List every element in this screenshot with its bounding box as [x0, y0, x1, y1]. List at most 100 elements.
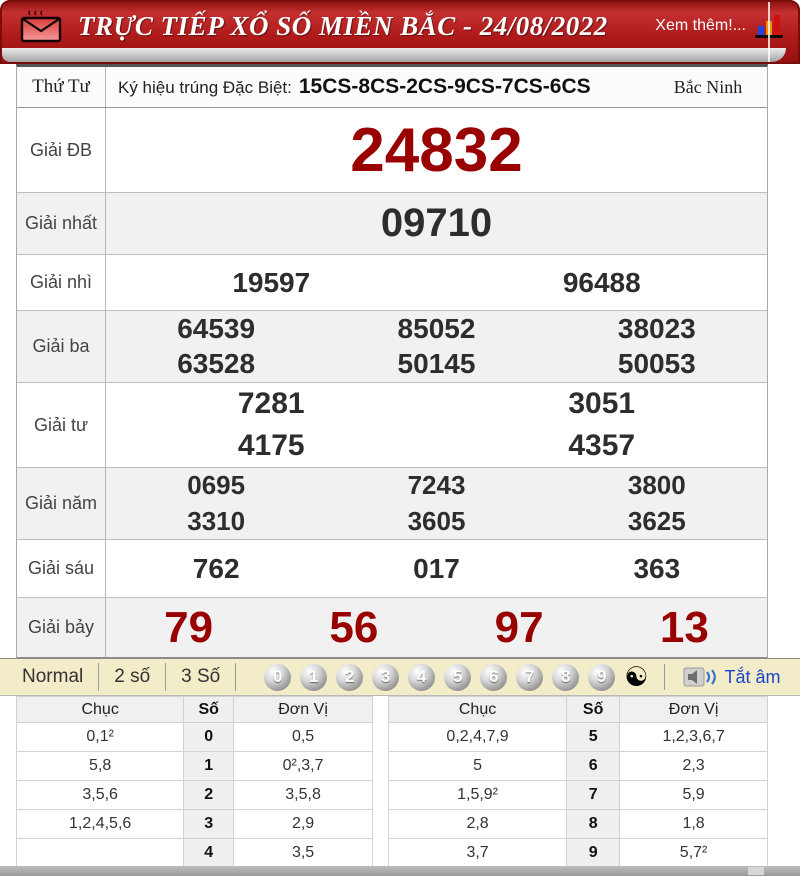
prize-number: 97 [494, 602, 544, 652]
digit-button-5[interactable]: 5 [444, 663, 472, 691]
donvi-cell: 0,5 [233, 722, 373, 752]
digit-cell: 6 [566, 751, 621, 781]
digit-button-2[interactable]: 2 [336, 663, 364, 691]
stats-row: 4 3,5 [15, 838, 373, 868]
page-title: TRỰC TIẾP XỔ SỐ MIỀN BẮC - 24/08/2022 [78, 10, 608, 41]
special-symbol-label: Ký hiệu trúng Đặc Biệt: [118, 78, 292, 97]
prize-row-seventh: Giải bảy 79 56 97 13 [17, 598, 767, 658]
donvi-cell: 5,9 [619, 780, 768, 810]
province-label: Bắc Ninh [673, 76, 743, 97]
yin-yang-icon[interactable]: ☯ [624, 664, 648, 691]
chuc-cell: 3,5,6 [15, 780, 185, 810]
header-bottom-strip [2, 48, 786, 62]
prize-label: Giải nhất [17, 193, 106, 254]
control-divider [664, 664, 666, 690]
see-more-button[interactable]: Xem thêm!... [655, 12, 784, 40]
donvi-cell: 3,5 [233, 838, 373, 868]
prize-label: Giải ba [17, 311, 106, 382]
speaker-icon [683, 667, 717, 687]
digit-button-1[interactable]: 1 [300, 663, 328, 691]
stats-row: 1,5,9² 7 5,9 [387, 780, 768, 810]
mode-2-digits[interactable]: 2 số [99, 663, 167, 691]
results-table: Thứ Tư Ký hiệu trúng Đặc Biệt: 15CS-8CS-… [16, 64, 768, 658]
chuc-cell: 5,8 [15, 751, 185, 781]
prize-number: 38023 [617, 312, 696, 344]
draw-info-row: Thứ Tư Ký hiệu trúng Đặc Biệt: 15CS-8CS-… [17, 67, 767, 108]
donvi-cell: 5,7² [619, 838, 768, 868]
prize-number: 3800 [627, 470, 686, 501]
chuc-cell: 5 [387, 751, 568, 781]
prize-number: 79 [164, 602, 214, 652]
digit-button-9[interactable]: 9 [588, 663, 616, 691]
donvi-cell: 2,9 [233, 809, 373, 839]
special-symbol-value: 15CS-8CS-2CS-9CS-7CS-6CS [298, 75, 591, 98]
stats-row: 3,7 9 5,7² [387, 838, 768, 868]
horizontal-scrollbar[interactable] [0, 866, 800, 876]
prize-number: 96488 [562, 266, 641, 298]
scrollbar-thumb[interactable] [748, 867, 764, 875]
digit-cell: 4 [183, 838, 235, 868]
digit-button-7[interactable]: 7 [516, 663, 544, 691]
donvi-cell: 2,3 [619, 751, 768, 781]
control-bar: Normal 2 số 3 Số 0 1 2 3 4 5 6 7 8 9 ☯ T… [0, 658, 800, 696]
prize-label: Giải tư [17, 383, 106, 467]
digit-cell: 2 [183, 780, 235, 810]
prize-number: 363 [633, 552, 681, 584]
digit-cell: 9 [566, 838, 621, 868]
donvi-cell: 1,2,3,6,7 [619, 722, 768, 752]
prize-row-fourth: Giải tư 7281 3051 4175 4357 [17, 383, 767, 468]
prize-label: Giải bảy [17, 598, 106, 657]
prize-number: 3310 [187, 505, 246, 536]
chuc-cell: 0,2,4,7,9 [387, 722, 568, 752]
prize-label: Giải sáu [17, 540, 106, 597]
column-header-donvi: Đơn Vị [233, 696, 373, 723]
prize-number: 64539 [177, 312, 256, 344]
prize-number: 7243 [407, 470, 466, 501]
stats-row: 0,2,4,7,9 5 1,2,3,6,7 [387, 722, 768, 752]
chuc-cell [15, 838, 185, 868]
digit-cell: 0 [183, 722, 235, 752]
chuc-cell: 1,2,4,5,6 [15, 809, 185, 839]
weekday-label: Thứ Tư [17, 67, 106, 107]
digit-button-6[interactable]: 6 [480, 663, 508, 691]
prize-number: 56 [329, 602, 379, 652]
stats-row: 3,5,6 2 3,5,8 [15, 780, 373, 810]
prize-number: 13 [659, 602, 709, 652]
mute-button[interactable]: Tắt âm [683, 666, 780, 688]
donvi-cell: 3,5,8 [233, 780, 373, 810]
stats-row: 0,1² 0 0,5 [15, 722, 373, 752]
digit-cell: 7 [566, 780, 621, 810]
prize-row-fifth: Giải năm 0695 7243 3800 3310 3605 3625 [17, 468, 767, 540]
mode-normal[interactable]: Normal [14, 663, 100, 691]
prize-label: Giải năm [17, 468, 106, 539]
prize-number: 4175 [237, 429, 305, 462]
mode-3-digits[interactable]: 3 Số [166, 663, 237, 691]
prize-number: 3605 [407, 505, 466, 536]
chuc-cell: 0,1² [15, 722, 185, 752]
chuc-cell: 3,7 [387, 838, 568, 868]
digit-cell: 3 [183, 809, 235, 839]
prize-number: 19597 [232, 266, 311, 298]
chuc-cell: 2,8 [387, 809, 568, 839]
prize-number: 7281 [237, 387, 305, 420]
prize-label: Giải ĐB [17, 108, 106, 192]
prize-row-third: Giải ba 64539 85052 38023 63528 50145 50… [17, 311, 767, 383]
digit-button-4[interactable]: 4 [408, 663, 436, 691]
digit-button-3[interactable]: 3 [372, 663, 400, 691]
prize-number: 4357 [568, 429, 636, 462]
mute-label: Tắt âm [724, 666, 781, 687]
prize-row-special: Giải ĐB 24832 [17, 108, 767, 193]
stats-table-left: Chục Số Đơn Vị 0,1² 0 0,5 5,8 1 0²,3,7 3… [15, 696, 373, 868]
donvi-cell: 1,8 [619, 809, 768, 839]
prize-number: 50053 [617, 348, 696, 380]
prize-number: 63528 [177, 348, 256, 380]
column-header-so: Số [183, 696, 235, 723]
prize-number: 762 [192, 552, 240, 584]
prize-number: 017 [413, 552, 460, 584]
prize-row-first: Giải nhất 09710 [17, 193, 767, 255]
column-header-donvi: Đơn Vị [619, 696, 768, 723]
digit-cell: 1 [183, 751, 235, 781]
stats-row: 5 6 2,3 [387, 751, 768, 781]
digit-button-8[interactable]: 8 [552, 663, 580, 691]
digit-button-0[interactable]: 0 [264, 663, 292, 691]
